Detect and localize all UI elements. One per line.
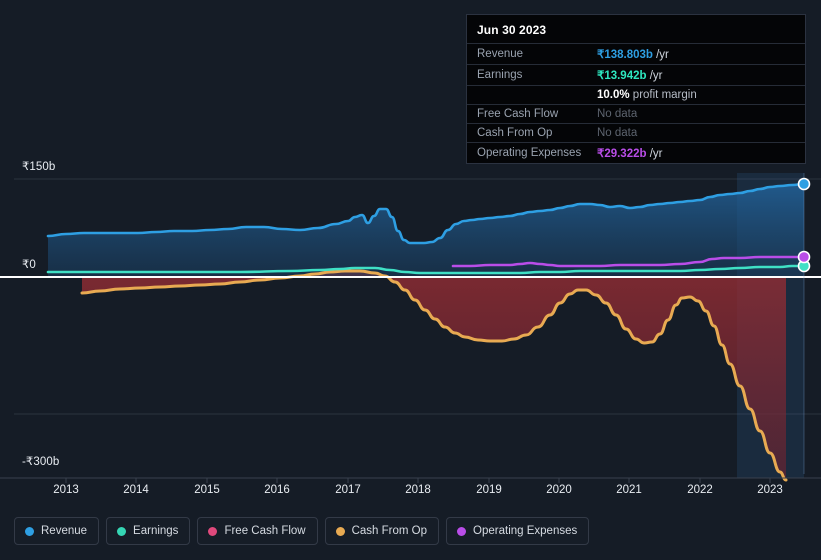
tooltip-row: Earnings ₹13.942b /yr [467,64,805,85]
tooltip-row-key: Cash From Op [477,127,553,139]
x-axis-tick-2020: 2020 [546,484,572,496]
x-axis-tick-2017: 2017 [335,484,361,496]
tooltip-rows: Revenue ₹138.803b /yr Earnings ₹13.942b /yr… [467,43,805,163]
x-axis-tick-2019: 2019 [476,484,502,496]
legend-item-label: Revenue [41,525,88,537]
tooltip-row-value: 10.0% profit margin [597,89,697,101]
y-axis-label-zero: ₹0 [22,259,36,271]
tooltip-row-value: ₹29.322b /yr [597,148,663,160]
tooltip-row-value: No data [597,108,638,120]
y-axis-label-bottom: -₹300b [22,456,60,468]
x-axis-tick-2014: 2014 [123,484,149,496]
chart-legend[interactable]: Revenue Earnings Free Cash Flow Cash From O… [14,517,590,545]
tooltip-row: Free Cash Flow No data [467,104,805,123]
legend-item-operating-expenses[interactable]: Operating Expenses [446,517,590,545]
legend-item-free-cash-flow[interactable]: Free Cash Flow [197,517,318,545]
legend-item-label: Free Cash Flow [224,525,306,537]
tooltip-row-value: ₹13.942b /yr [597,70,663,82]
legend-item-revenue[interactable]: Revenue [14,517,100,545]
chart-page: ₹150b ₹0 -₹300b 2013 2014 2015 2016 2017 2018… [0,0,821,560]
tooltip-row: Cash From Op No data [467,123,805,142]
x-axis-tick-2013: 2013 [53,484,79,496]
tooltip-row-value: ₹138.803b /yr [597,49,669,61]
x-axis-tick-2015: 2015 [194,484,220,496]
x-axis-tick-2023: 2023 [757,484,783,496]
tooltip-row-key: Free Cash Flow [477,108,559,120]
legend-item-label: Earnings [133,525,179,537]
x-axis-tick-2022: 2022 [687,484,713,496]
tooltip-row-key: Operating Expenses [477,147,582,159]
endpoint-marker-operating-expenses[interactable] [797,250,811,264]
legend-item-label: Operating Expenses [473,525,578,537]
area-cash-from-op [82,271,786,480]
x-axis-tick-2021: 2021 [616,484,642,496]
tooltip-row: Operating Expenses ₹29.322b /yr [467,142,805,163]
legend-color-dot [25,526,34,536]
chart-tooltip: Jun 30 2023 Revenue ₹138.803b /yr Earnings… [466,14,806,164]
legend-color-dot [457,526,467,536]
endpoint-marker-revenue[interactable] [797,177,811,191]
tooltip-row: Revenue ₹138.803b /yr [467,43,805,64]
legend-color-dot [335,526,345,536]
legend-color-dot [117,526,127,536]
x-axis-tick-2016: 2016 [264,484,290,496]
legend-item-earnings[interactable]: Earnings [106,517,191,545]
tooltip-date: Jun 30 2023 [477,23,547,37]
y-axis-label-top: ₹150b [22,161,56,173]
tooltip-row: 10.0% profit margin [467,85,805,104]
legend-item-label: Cash From Op [351,525,428,537]
tooltip-row-key: Earnings [477,69,523,81]
tooltip-row-value: No data [597,127,638,139]
legend-color-dot [208,526,218,536]
tooltip-row-key: Revenue [477,48,524,60]
x-axis-tick-2018: 2018 [405,484,431,496]
legend-item-cash-from-op[interactable]: Cash From Op [324,517,440,545]
